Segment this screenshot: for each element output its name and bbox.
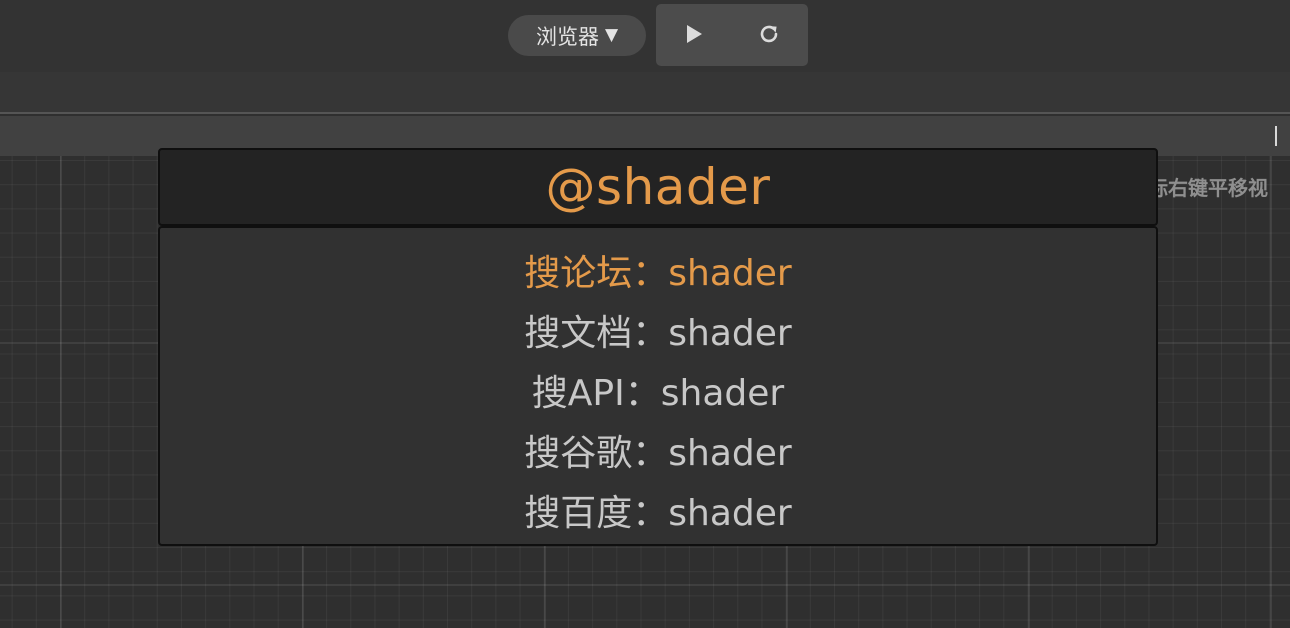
refresh-icon bbox=[760, 25, 778, 43]
play-button[interactable] bbox=[674, 14, 714, 54]
grid-major-line bbox=[0, 584, 1290, 586]
result-search-forum[interactable]: 搜论坛：shader bbox=[160, 240, 1156, 300]
chevron-down-icon: ▼ bbox=[604, 25, 619, 45]
browser-select-label: 浏览器 bbox=[535, 24, 599, 49]
scene-hint-text: 标右键平移视 bbox=[1148, 176, 1268, 200]
top-toolbar: 浏览器 ▼ bbox=[0, 0, 1290, 72]
result-search-baidu[interactable]: 搜百度：shader bbox=[160, 480, 1156, 540]
search-query-text: @shader bbox=[545, 158, 771, 216]
refresh-button[interactable] bbox=[749, 14, 789, 54]
search-results-list: 搜论坛：shader 搜文档：shader 搜API：shader 搜谷歌：sh… bbox=[158, 226, 1158, 546]
play-icon bbox=[687, 25, 702, 43]
grid-major-line bbox=[60, 156, 62, 628]
preview-controls bbox=[656, 4, 808, 66]
result-search-api[interactable]: 搜API：shader bbox=[160, 360, 1156, 420]
scene-bar-divider bbox=[1275, 126, 1277, 146]
result-search-docs[interactable]: 搜文档：shader bbox=[160, 300, 1156, 360]
result-search-google[interactable]: 搜谷歌：shader bbox=[160, 420, 1156, 480]
editor-window: 浏览器 ▼ 标右键平移视 @shader 搜论坛：shader 搜文档：shad… bbox=[0, 0, 1290, 628]
search-input[interactable]: @shader bbox=[158, 148, 1158, 226]
browser-preview-select[interactable]: 浏览器 ▼ bbox=[508, 15, 646, 56]
secondary-toolbar bbox=[0, 72, 1290, 114]
grid-major-line bbox=[1270, 156, 1272, 628]
